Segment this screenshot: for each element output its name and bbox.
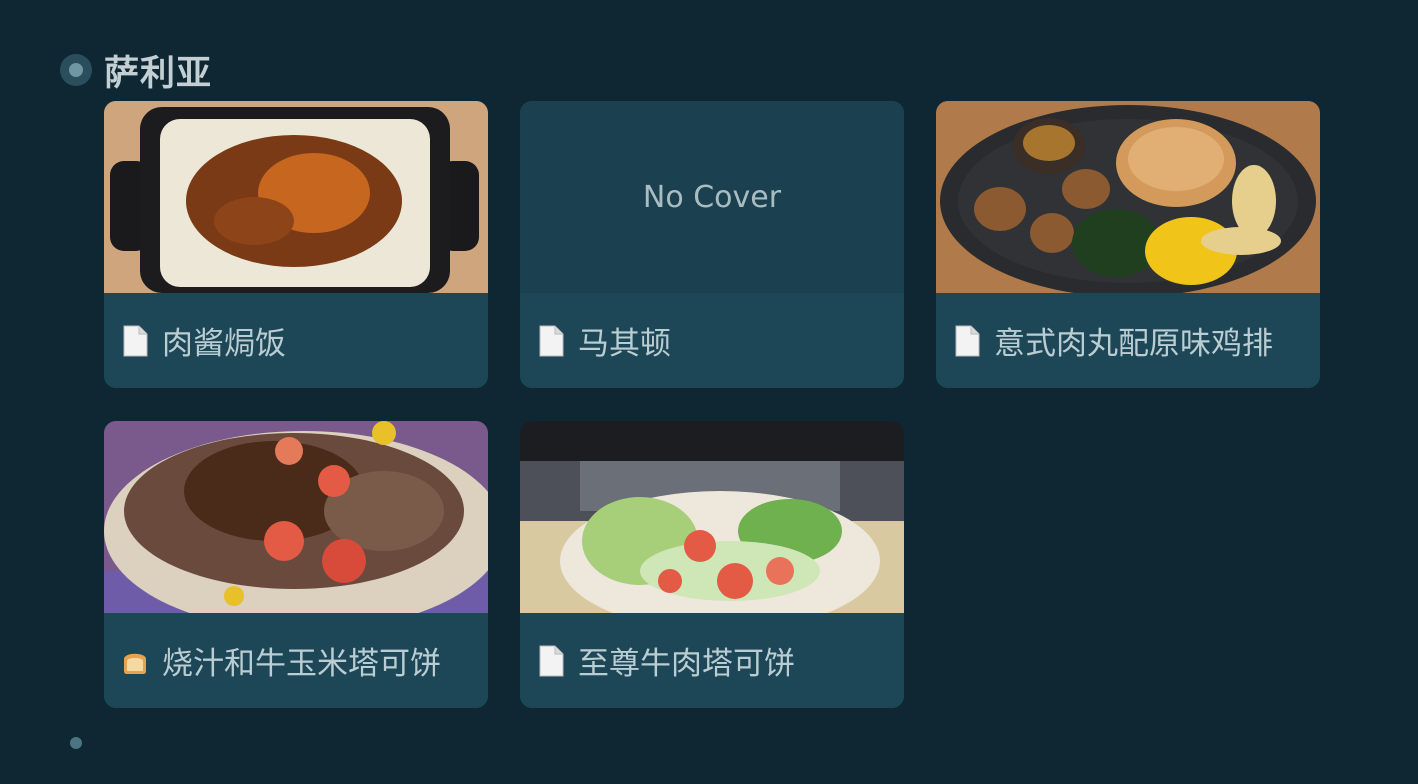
cover-image [936, 101, 1320, 293]
gallery-card[interactable]: No Cover 马其顿 [520, 101, 904, 388]
card-footer: 烧汁和牛玉米塔可饼 [104, 613, 488, 708]
file-icon [120, 325, 150, 357]
cover-image [520, 421, 904, 613]
cover-image [104, 421, 488, 613]
card-footer: 意式肉丸配原味鸡排 [936, 293, 1320, 388]
gallery-card[interactable]: 肉酱焗饭 [104, 101, 488, 388]
card-footer: 马其顿 [520, 293, 904, 388]
card-title: 烧汁和牛玉米塔可饼 [162, 646, 441, 682]
list-end-dot-icon [70, 737, 82, 749]
card-title: 肉酱焗饭 [162, 326, 286, 362]
file-icon [952, 325, 982, 357]
card-footer: 至尊牛肉塔可饼 [520, 613, 904, 708]
no-cover-placeholder: No Cover [520, 101, 904, 293]
card-title: 意式肉丸配原味鸡排 [994, 326, 1273, 362]
bread-emoji-icon [120, 645, 150, 677]
gallery-card[interactable]: 意式肉丸配原味鸡排 [936, 101, 1320, 388]
section-header: 萨利亚 [60, 48, 212, 94]
cover-image [104, 101, 488, 293]
card-title: 马其顿 [578, 326, 671, 362]
bullet-dot-icon[interactable] [60, 54, 92, 86]
gallery-card[interactable]: 至尊牛肉塔可饼 [520, 421, 904, 708]
no-cover-text: No Cover [642, 179, 782, 215]
file-icon [536, 325, 566, 357]
section-title: 萨利亚 [104, 53, 213, 94]
card-title: 至尊牛肉塔可饼 [578, 646, 795, 682]
file-icon [536, 645, 566, 677]
gallery-card[interactable]: 烧汁和牛玉米塔可饼 [104, 421, 488, 708]
card-footer: 肉酱焗饭 [104, 293, 488, 388]
